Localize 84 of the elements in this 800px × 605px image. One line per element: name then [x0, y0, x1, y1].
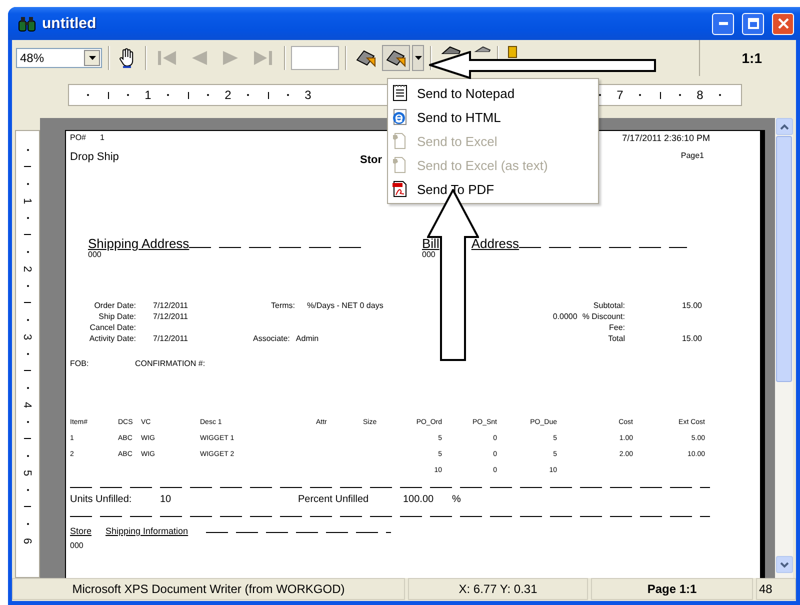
field-label: CONFIRMATION #: — [135, 359, 206, 368]
store-title: Stor — [360, 154, 382, 166]
printer-status: Microsoft XPS Document Writer (from WORKGOD) — [12, 578, 405, 600]
export-icon[interactable] — [382, 45, 410, 71]
field-label: FOB: — [70, 359, 90, 368]
vertical-scrollbar[interactable] — [775, 118, 793, 578]
address-code: 000 — [88, 251, 102, 258]
field-label: Ship Date: — [98, 311, 136, 322]
field-label: Units Unfilled: — [70, 494, 133, 507]
field-label: Subtotal: — [592, 300, 625, 311]
dropdown-caret-icon[interactable] — [412, 45, 424, 71]
ruler-number: 1 — [22, 197, 34, 204]
pdf-icon — [392, 180, 408, 198]
page-status: Page 1:1 — [591, 578, 753, 600]
ruler-number: 3 — [22, 333, 34, 340]
field-label: % Discount: — [582, 311, 625, 322]
down-caret-icon — [780, 562, 788, 568]
ruler-number: 8 — [696, 88, 704, 102]
page-label: Page1 — [680, 151, 704, 160]
ratio-label: 1:1 — [742, 50, 762, 66]
address-code: 000 — [422, 251, 436, 258]
field-value: Admin — [296, 333, 319, 344]
field-label: Terms: — [271, 300, 295, 311]
field-label: Activity Date: — [88, 333, 136, 344]
notepad-icon — [392, 84, 408, 102]
print-timestamp: 7/17/2011 2:36:10 PM — [622, 133, 710, 143]
field-value: 15.00 — [680, 333, 702, 344]
field-label: Order Date: — [93, 300, 136, 311]
ruler-number: 2 — [224, 88, 232, 102]
scroll-down-button[interactable] — [776, 556, 792, 573]
field-value: 100.00 — [403, 494, 435, 507]
order-type: Drop Ship — [70, 151, 120, 163]
scroll-up-button[interactable] — [776, 118, 792, 135]
window-title: untitled — [42, 15, 96, 32]
field-value: 7/12/2011 — [153, 333, 189, 344]
binoculars-icon — [18, 16, 36, 32]
field-label: Percent Unfilled — [298, 494, 370, 507]
zoom-dropdown[interactable]: 48% — [16, 48, 102, 68]
document-icon — [392, 132, 408, 150]
field-value: 7/12/2011 — [153, 300, 189, 311]
section-heading: Shipping Address — [88, 236, 190, 251]
field-value: 10 — [160, 494, 172, 507]
caret-icon — [88, 56, 96, 60]
field-label: Total — [607, 333, 625, 344]
menu-item[interactable]: Send to Notepad — [388, 81, 598, 105]
ruler-number: 4 — [22, 401, 34, 408]
unit-label: % — [452, 494, 461, 507]
ruler-number: 7 — [616, 88, 624, 102]
globe-icon — [392, 108, 408, 126]
ruler-number: 1 — [144, 88, 152, 102]
section-heading: Bill — [422, 236, 440, 251]
field-value: %/Days - NET 0 days — [307, 300, 384, 311]
section-heading: Address — [471, 236, 520, 251]
field-label: Cancel Date: — [88, 322, 136, 333]
ruler-number: 3 — [304, 88, 312, 102]
last-icon — [251, 49, 275, 67]
minimize-icon — [718, 22, 728, 25]
menu-item[interactable]: Send to HTML — [388, 105, 598, 129]
scroll-thumb[interactable] — [776, 136, 792, 382]
up-caret-icon — [780, 124, 788, 130]
section-heading: Shipping Information — [106, 526, 188, 536]
close-icon — [778, 18, 788, 29]
field-value: 7/12/2011 — [153, 311, 189, 322]
field-label: Fee: — [608, 322, 625, 333]
maximize-button[interactable] — [742, 12, 764, 34]
exit-icon[interactable] — [508, 46, 517, 58]
close-button[interactable] — [772, 12, 794, 34]
ruler-number: 6 — [22, 537, 34, 544]
minimize-button[interactable] — [712, 12, 734, 34]
cursor-coordinates: X: 6.77 Y: 0.31 — [408, 578, 588, 600]
page-number-field[interactable] — [291, 46, 339, 70]
zoom-status: 48 — [756, 578, 796, 600]
ruler-number: 5 — [22, 469, 34, 476]
po-label: PO# — [70, 133, 86, 143]
section-heading: Store — [70, 526, 92, 536]
document-icon — [392, 156, 408, 174]
po-number: 1 — [100, 133, 104, 143]
ruler-number: 2 — [22, 265, 34, 272]
maximize-icon — [748, 18, 758, 29]
first-icon — [155, 49, 179, 67]
store-code: 000 — [70, 541, 84, 550]
field-value: 15.00 — [680, 300, 702, 311]
discount-rate: 0.0000 — [552, 311, 578, 322]
field-label: Associate: — [253, 333, 290, 344]
